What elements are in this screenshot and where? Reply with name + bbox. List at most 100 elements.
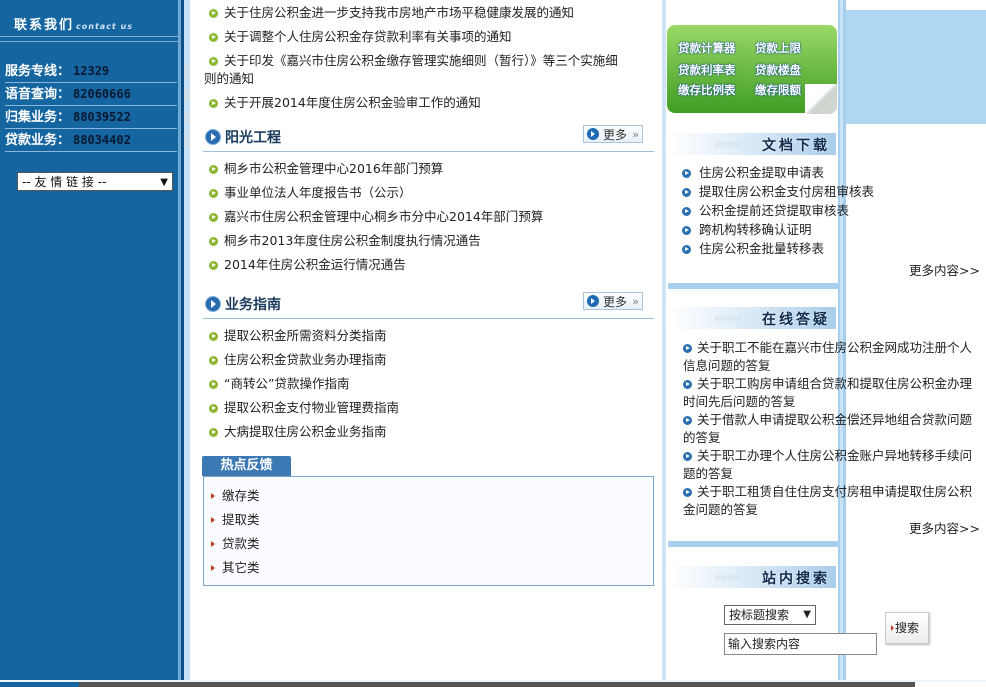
bullet-arrow-icon [209, 9, 218, 18]
news-list: 关于住房公积金进一步支持我市房地产市场平稳健康发展的通知 关于调整个人住房公积金… [190, 4, 650, 112]
panel-divider [668, 283, 838, 289]
qa-more-link[interactable]: 更多内容>> [909, 518, 980, 537]
downloads-more-link[interactable]: 更多内容>> [909, 260, 980, 279]
arrow-circle-icon [205, 129, 221, 145]
contact-row-voice: 语音查询： 82060666 [5, 84, 177, 106]
news-item[interactable]: 关于调整个人住房公积金存贷款利率有关事项的通知 [190, 28, 650, 46]
qa-header: DOWN 在线答疑 [668, 307, 836, 329]
download-item[interactable]: 住房公积金批量转移表 [682, 240, 824, 258]
bullet-arrow-icon [209, 356, 218, 365]
bullet-arrow-icon [209, 428, 218, 437]
bullet-arrow-icon [209, 57, 218, 66]
list-item[interactable]: 2014年住房公积金运行情况通告 [190, 256, 650, 274]
guide-more-button[interactable]: 更多» [583, 292, 643, 310]
download-item[interactable]: 提取住房公积金支付房租审核表 [682, 183, 874, 201]
double-chevron-icon: » [632, 128, 639, 141]
bullet-arrow-icon [209, 189, 218, 198]
contact-row-loan: 贷款业务： 88034402 [5, 130, 177, 152]
arrow-circle-icon [587, 295, 599, 307]
section-guide-header: 业务指南 更多» [203, 292, 654, 319]
loan-rate-link[interactable]: 贷款利率表 [678, 62, 736, 78]
footer-bar [79, 682, 915, 687]
main-content: 关于住房公积金进一步支持我市房地产市场平稳健康发展的通知 关于调整个人住房公积金… [190, 0, 662, 687]
section-title: 业务指南 [225, 297, 281, 313]
bullet-arrow-icon [209, 332, 218, 341]
deposit-ratio-link[interactable]: 缴存比例表 [678, 82, 736, 98]
arrow-circle-icon [205, 296, 221, 312]
deposit-limit-link[interactable]: 缴存限额 [755, 82, 801, 98]
section-title: 文档下载 [762, 138, 830, 154]
news-item[interactable]: 关于印发《嘉兴市住房公积金缴存管理实施细则（暂行）》等三个实施细则的通知 [190, 52, 650, 88]
hot-feedback-item[interactable]: 贷款类 [210, 535, 260, 553]
arrow-circle-icon [683, 452, 692, 461]
bullet-arrow-icon [209, 404, 218, 413]
arrow-circle-icon [682, 245, 691, 254]
list-item[interactable]: 提取公积金所需资料分类指南 [190, 327, 650, 345]
double-chevron-icon: » [632, 295, 639, 308]
chevron-down-icon: ▼ [160, 177, 168, 188]
hot-feedback-item[interactable]: 其它类 [210, 559, 260, 577]
hot-feedback-box: 缴存类 提取类 贷款类 其它类 [203, 476, 654, 586]
loan-calculator-link[interactable]: 贷款计算器 [678, 40, 736, 56]
list-item[interactable]: 住房公积金贷款业务办理指南 [190, 351, 650, 369]
search-header: DOWN 站内搜索 [668, 566, 836, 588]
search-button[interactable]: 搜索 [885, 612, 929, 644]
guide-list: 提取公积金所需资料分类指南 住房公积金贷款业务办理指南 “商转公”贷款操作指南 … [190, 327, 650, 441]
bullet-arrow-icon [209, 261, 218, 270]
qa-item[interactable]: 关于职工购房申请组合贷款和提取住房公积金办理时间先后问题的答复 [683, 375, 973, 411]
sunshine-list: 桐乡市公积金管理中心2016年部门预算 事业单位法人年度报告书（公示） 嘉兴市住… [190, 160, 650, 274]
list-item[interactable]: 大病提取住房公积金业务指南 [190, 423, 650, 441]
section-title: 阳光工程 [225, 130, 281, 146]
arrow-circle-icon [682, 207, 691, 216]
qa-item[interactable]: 关于职工租赁自住住房支付房租申请提取住房公积金问题的答复 [683, 483, 973, 519]
arrow-circle-icon [683, 416, 692, 425]
news-item[interactable]: 关于开展2014年度住房公积金验审工作的通知 [190, 94, 650, 112]
download-item[interactable]: 公积金提前还贷提取审核表 [682, 202, 849, 220]
list-item[interactable]: “商转公”贷款操作指南 [190, 375, 650, 393]
qa-item[interactable]: 关于借款人申请提取公积金偿还异地组合贷款问题的答复 [683, 411, 973, 447]
section-title: 站内搜索 [762, 571, 830, 587]
search-input[interactable]: 输入搜索内容 [724, 633, 877, 655]
bullet-arrow-icon [209, 165, 218, 174]
news-item[interactable]: 关于住房公积金进一步支持我市房地产市场平稳健康发展的通知 [190, 4, 650, 22]
bullet-arrow-icon [209, 380, 218, 389]
sunshine-more-button[interactable]: 更多» [583, 125, 643, 143]
arrow-circle-icon [587, 128, 599, 140]
hot-feedback-item[interactable]: 提取类 [210, 511, 260, 529]
chevron-down-icon: ▼ [803, 609, 811, 620]
arrow-circle-icon [683, 380, 692, 389]
qa-item[interactable]: 关于职工办理个人住房公积金账户异地转移手续问题的答复 [683, 447, 973, 483]
download-item[interactable]: 跨机构转移确认证明 [682, 221, 812, 239]
list-item[interactable]: 桐乡市公积金管理中心2016年部门预算 [190, 160, 650, 178]
panel-divider [668, 541, 838, 547]
arrow-circle-icon [683, 488, 692, 497]
list-item[interactable]: 提取公积金支付物业管理费指南 [190, 399, 650, 417]
arrow-circle-icon [683, 344, 692, 353]
section-sunshine-header: 阳光工程 更多» [203, 125, 654, 152]
list-item[interactable]: 桐乡市2013年度住房公积金制度执行情况通告 [190, 232, 650, 250]
downloads-header: DOWN 文档下载 [668, 133, 836, 155]
contact-row-service: 服务专线： 12329 [5, 61, 177, 83]
bullet-arrow-icon [209, 213, 218, 222]
bullet-arrow-icon [209, 99, 218, 108]
loan-limit-link[interactable]: 贷款上限 [755, 40, 801, 56]
decorative-banner [846, 10, 986, 124]
list-item[interactable]: 事业单位法人年度报告书（公示） [190, 184, 650, 202]
search-mode-select[interactable]: 按标题搜索 ▼ [724, 605, 816, 625]
qa-item[interactable]: 关于职工不能在嘉兴市住房公积金网成功注册个人信息问题的答复 [683, 339, 973, 375]
arrow-circle-icon [682, 226, 691, 235]
bullet-arrow-icon [209, 237, 218, 246]
hot-feedback-tab: 热点反馈 [202, 456, 291, 476]
download-item[interactable]: 住房公积金提取申请表 [682, 164, 824, 182]
page-curl-decoration [805, 84, 837, 114]
bullet-arrow-icon [209, 33, 218, 42]
list-item[interactable]: 嘉兴市住房公积金管理中心桐乡市分中心2014年部门预算 [190, 208, 650, 226]
contact-row-collection: 归集业务： 88039522 [5, 107, 177, 129]
loan-property-link[interactable]: 贷款楼盘 [755, 62, 801, 78]
contact-header: 联系我们 contact us [14, 18, 133, 33]
arrow-circle-icon [682, 169, 691, 178]
friend-links-select[interactable]: -- 友 情 链 接 -- ▼ [17, 172, 173, 191]
hot-feedback-item[interactable]: 缴存类 [210, 487, 260, 505]
arrow-circle-icon [682, 188, 691, 197]
left-sidebar: 联系我们 contact us 服务专线： 12329 语音查询： 82060666 … [0, 0, 178, 687]
